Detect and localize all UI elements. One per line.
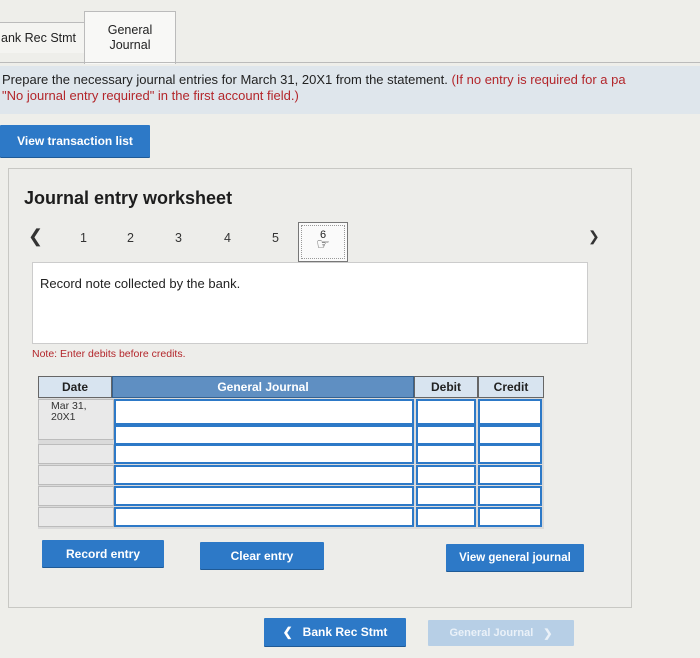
chevron-left-icon: ❮ [282,625,293,639]
view-general-journal-button[interactable]: View general journal [446,544,584,571]
date-cell[interactable] [38,465,114,485]
chevron-right-icon: ❯ [543,627,553,640]
entry-description: Record note collected by the bank. [40,276,241,291]
account-field[interactable] [114,399,414,425]
step-2[interactable]: 2 [127,231,134,245]
instructions-red-text-2: "No journal entry required" in the first… [2,88,299,103]
entry-description-box [32,262,588,344]
worksheet-title: Journal entry worksheet [24,188,233,208]
instructions-text: Prepare the necessary journal entries fo… [2,72,448,87]
date-cell[interactable] [38,444,114,464]
header-credit: Credit [478,376,544,398]
next-step-chevron-icon[interactable]: ❯ [588,228,600,245]
tab-bank-rec-stmt[interactable]: ank Rec Stmt [0,22,88,53]
instructions-banner: Prepare the necessary journal entries fo… [0,66,700,114]
account-field[interactable] [114,465,414,485]
bank-rec-stmt-nav-label: Bank Rec Stmt [302,625,388,639]
step-1[interactable]: 1 [80,231,87,245]
account-field[interactable] [114,507,414,527]
credit-field[interactable] [478,507,542,527]
date-cell[interactable] [38,507,114,527]
step-3[interactable]: 3 [175,231,182,245]
debit-field[interactable] [416,425,476,445]
tab-general-journal-label-2: Journal [109,38,151,52]
record-entry-button[interactable]: Record entry [42,540,164,567]
step-5[interactable]: 5 [272,231,279,245]
instructions-red-text: (If no entry is required for a pa [451,72,626,87]
tab-bank-rec-label: ank Rec Stmt [1,31,77,45]
credit-field[interactable] [478,465,542,485]
clear-entry-button[interactable]: Clear entry [200,542,324,569]
date-cell[interactable] [38,486,114,506]
table-row [38,465,544,486]
journal-table: Date General Journal Debit Credit Mar 31… [38,376,544,529]
debits-note: Note: Enter debits before credits. [32,348,186,360]
view-transaction-list-button[interactable]: View transaction list [0,125,150,157]
debit-field[interactable] [416,507,476,527]
account-field[interactable] [114,486,414,506]
account-field[interactable] [114,444,414,464]
debit-field[interactable] [416,399,476,425]
tab-general-journal[interactable]: General Journal [84,11,176,64]
account-field[interactable] [114,425,414,445]
general-journal-nav-button[interactable]: General Journal ❯ [428,620,574,646]
general-journal-nav-label: General Journal [449,627,534,639]
tab-divider [0,62,700,63]
header-debit: Debit [414,376,478,398]
table-row [38,425,544,446]
bank-rec-stmt-nav-button[interactable]: ❮ Bank Rec Stmt [264,618,406,646]
date-line-2: 20X1 [51,411,76,423]
table-row [38,486,544,507]
debit-field[interactable] [416,444,476,464]
credit-field[interactable] [478,486,542,506]
credit-field[interactable] [478,444,542,464]
prev-step-chevron-icon[interactable]: ❮ [28,226,43,247]
header-general-journal: General Journal [112,376,414,398]
tab-general-journal-label-1: General [107,23,153,37]
step-4[interactable]: 4 [224,231,231,245]
debit-field[interactable] [416,486,476,506]
credit-field[interactable] [478,425,542,445]
table-row [38,444,544,465]
header-date: Date [38,376,112,398]
pointer-hand-icon: ☞ [316,236,330,253]
debit-field[interactable] [416,465,476,485]
credit-field[interactable] [478,399,542,425]
table-row [38,507,544,528]
step-6-active[interactable]: 6 ☞ [298,222,348,262]
